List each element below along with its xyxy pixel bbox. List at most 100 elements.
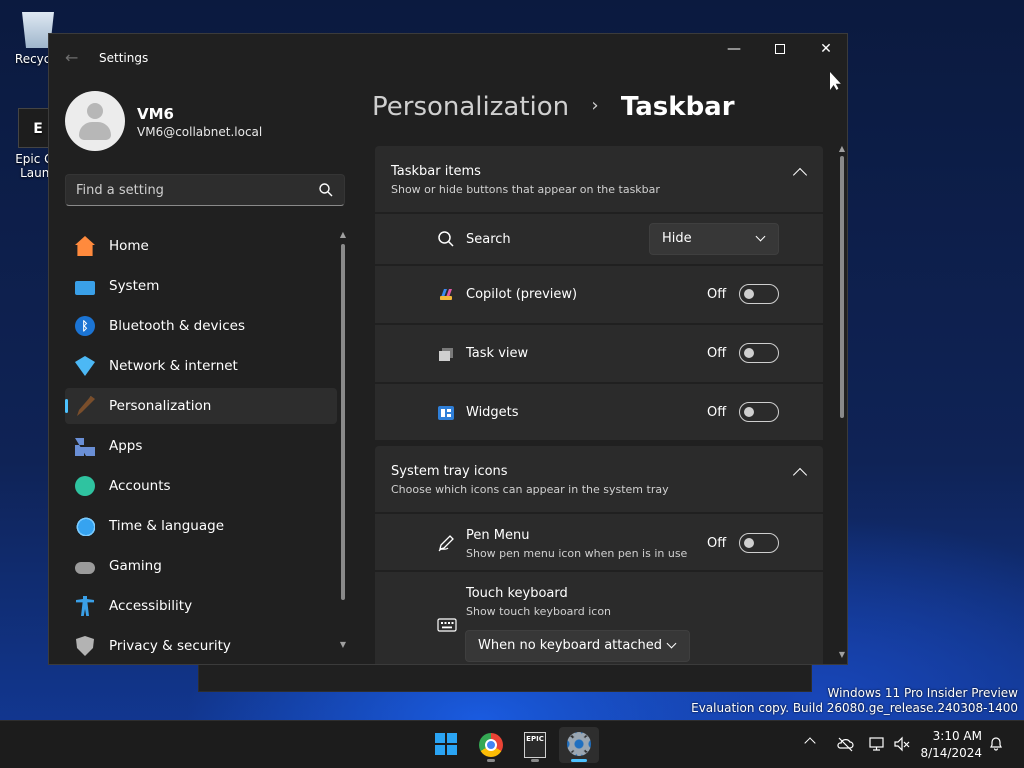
accounts-icon xyxy=(75,476,95,496)
touch-keyboard-dropdown[interactable]: When no keyboard attached xyxy=(465,630,690,662)
sidebar-item-accounts[interactable]: Accounts xyxy=(65,468,337,504)
watermark-line2: Evaluation copy. Build 26080.ge_release.… xyxy=(691,701,1018,715)
setting-subtitle: Show touch keyboard icon xyxy=(466,605,612,618)
sidebar-item-personalization[interactable]: Personalization xyxy=(65,388,337,424)
chevron-down-icon xyxy=(755,231,766,242)
minimize-button[interactable]: — xyxy=(711,34,757,66)
chrome-icon xyxy=(479,733,503,757)
sidebar-item-system[interactable]: System xyxy=(65,268,337,304)
setting-row-pen-menu: Pen Menu Show pen menu icon when pen is … xyxy=(375,514,823,570)
network-status-icon[interactable] xyxy=(868,735,886,753)
chevron-down-icon xyxy=(666,638,677,649)
taskbar-items-header[interactable]: Taskbar items Show or hide buttons that … xyxy=(375,146,823,212)
search-box[interactable] xyxy=(65,174,345,206)
section-title: System tray icons xyxy=(391,464,508,479)
avatar-body xyxy=(79,122,111,140)
taskbar-chrome[interactable] xyxy=(471,727,511,763)
page-title: Taskbar xyxy=(620,92,735,122)
maximize-icon xyxy=(775,44,785,54)
toggle-knob xyxy=(744,538,754,548)
back-arrow-icon[interactable]: ← xyxy=(65,48,78,67)
copilot-icon xyxy=(440,289,452,300)
toggle-state-text: Off xyxy=(707,536,727,551)
windows-start-icon xyxy=(435,733,457,755)
scroll-up-arrow-icon[interactable]: ▲ xyxy=(837,144,847,153)
sidebar-scroll-thumb[interactable] xyxy=(341,244,345,600)
close-button[interactable]: ✕ xyxy=(803,34,847,66)
sidebar-item-gaming[interactable]: Gaming xyxy=(65,548,337,584)
running-indicator xyxy=(487,759,495,762)
search-input[interactable] xyxy=(76,175,306,205)
avatar[interactable] xyxy=(65,91,125,151)
notification-bell-icon[interactable] xyxy=(988,735,1004,751)
breadcrumb-parent[interactable]: Personalization xyxy=(372,92,569,122)
setting-subtitle: Show pen menu icon when pen is in use xyxy=(466,547,688,560)
taskbar-clock[interactable]: 3:10 AM 8/14/2024 xyxy=(918,728,982,762)
sidebar-nav: Home System ᛒ Bluetooth & devices Networ… xyxy=(65,228,337,664)
scroll-up-arrow-icon[interactable]: ▲ xyxy=(339,230,347,240)
pen-icon xyxy=(438,535,454,552)
setting-row-search: Search Hide xyxy=(375,214,823,264)
section-title: Taskbar items xyxy=(391,164,481,179)
chevron-up-icon[interactable] xyxy=(792,167,808,183)
dropdown-value: When no keyboard attached xyxy=(478,638,662,653)
toggle-state-text: Off xyxy=(707,405,727,420)
sidebar-item-network[interactable]: Network & internet xyxy=(65,348,337,384)
task-view-toggle[interactable] xyxy=(739,343,779,363)
settings-gear-icon xyxy=(567,732,591,756)
chevron-up-icon[interactable] xyxy=(804,737,816,749)
taskbar: EPIC 3:10 AM 8/14/2024 xyxy=(0,720,1024,768)
toggle-knob xyxy=(744,289,754,299)
window-title: Settings xyxy=(99,51,149,65)
chevron-up-icon[interactable] xyxy=(792,467,808,483)
copilot-toggle[interactable] xyxy=(739,284,779,304)
settings-content: Taskbar items Show or hide buttons that … xyxy=(375,146,823,664)
watermark-line1: Windows 11 Pro Insider Preview xyxy=(827,686,1018,700)
personalization-icon xyxy=(77,396,95,416)
setting-label: Widgets xyxy=(466,405,519,420)
sidebar-item-label: System xyxy=(109,278,160,294)
content-scrollbar[interactable]: ▲ ▼ xyxy=(837,144,847,664)
content-scroll-thumb[interactable] xyxy=(840,156,844,418)
sidebar-scrollbar[interactable]: ▲ ▼ xyxy=(339,230,347,654)
setting-label: Task view xyxy=(466,346,529,361)
taskbar-epic-games[interactable]: EPIC xyxy=(515,727,555,763)
network-icon xyxy=(75,356,95,376)
sidebar-item-home[interactable]: Home xyxy=(65,228,337,264)
setting-row-widgets: Widgets Off xyxy=(375,384,823,440)
setting-label: Pen Menu xyxy=(466,528,530,543)
taskbar-settings[interactable] xyxy=(559,727,599,763)
search-icon[interactable] xyxy=(318,182,334,198)
toggle-knob xyxy=(744,348,754,358)
sidebar-item-label: Apps xyxy=(109,438,143,454)
setting-row-copilot: Copilot (preview) Off xyxy=(375,266,823,323)
cloud-offline-icon[interactable] xyxy=(836,735,854,753)
avatar-head xyxy=(87,103,103,119)
sidebar-item-bluetooth[interactable]: ᛒ Bluetooth & devices xyxy=(65,308,337,344)
clock-time: 3:10 AM xyxy=(932,729,982,743)
setting-row-touch-keyboard: Touch keyboard Show touch keyboard icon … xyxy=(375,572,823,664)
title-bar[interactable]: ← Settings — ✕ xyxy=(49,34,847,80)
volume-muted-icon[interactable] xyxy=(893,735,911,753)
scroll-down-arrow-icon[interactable]: ▼ xyxy=(837,650,847,659)
widgets-toggle[interactable] xyxy=(739,402,779,422)
running-indicator xyxy=(571,759,587,762)
user-name: VM6 xyxy=(137,105,174,123)
pen-menu-toggle[interactable] xyxy=(739,533,779,553)
sidebar-item-apps[interactable]: Apps xyxy=(65,428,337,464)
system-tray-header[interactable]: System tray icons Choose which icons can… xyxy=(375,446,823,512)
sidebar-item-time-language[interactable]: Time & language xyxy=(65,508,337,544)
maximize-button[interactable] xyxy=(757,34,803,66)
user-email: VM6@collabnet.local xyxy=(137,125,263,139)
bluetooth-icon: ᛒ xyxy=(75,316,95,336)
taskbar-start-button[interactable] xyxy=(426,727,466,763)
sidebar-item-label: Accounts xyxy=(109,478,171,494)
settings-window: ← Settings — ✕ VM6 VM6@collabnet.local H… xyxy=(48,33,848,665)
scroll-down-arrow-icon[interactable]: ▼ xyxy=(339,640,347,650)
sidebar-item-accessibility[interactable]: Accessibility xyxy=(65,588,337,624)
sidebar-item-privacy[interactable]: Privacy & security xyxy=(65,628,337,664)
epic-games-icon: EPIC xyxy=(524,732,546,758)
system-icon xyxy=(75,280,95,295)
search-visibility-dropdown[interactable]: Hide xyxy=(649,223,779,255)
sidebar-item-label: Bluetooth & devices xyxy=(109,318,246,334)
